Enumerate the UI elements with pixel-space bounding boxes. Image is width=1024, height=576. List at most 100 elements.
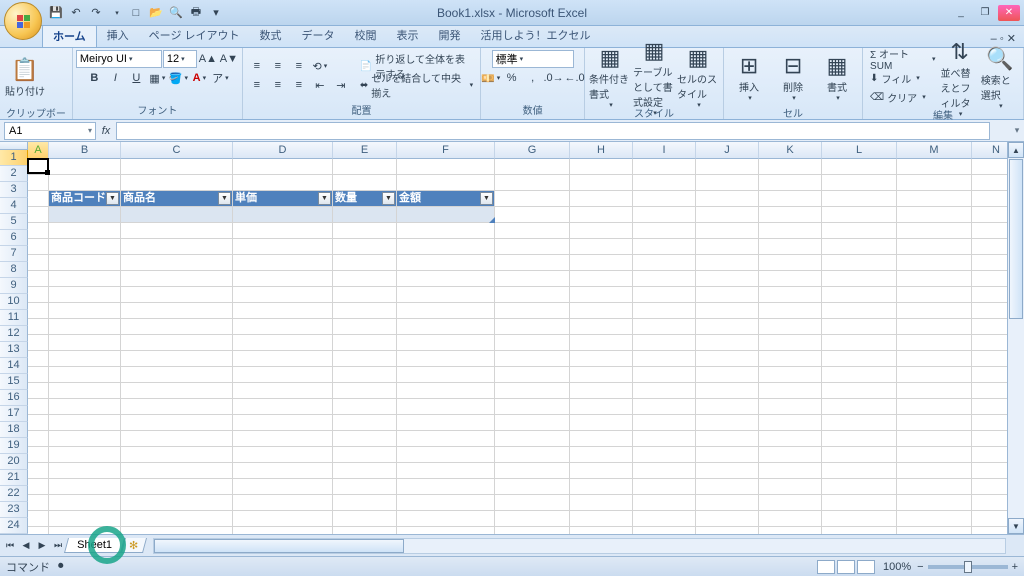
cell[interactable] [897, 255, 972, 271]
cell[interactable] [397, 271, 495, 287]
fill-color-icon[interactable]: 🪣 [168, 69, 188, 87]
col-header[interactable]: J [696, 142, 759, 159]
cell[interactable] [897, 367, 972, 383]
cell[interactable] [570, 431, 633, 447]
cell[interactable] [570, 367, 633, 383]
cell[interactable] [633, 527, 696, 534]
cell[interactable] [495, 351, 570, 367]
cell[interactable] [822, 367, 897, 383]
cell[interactable] [28, 159, 49, 175]
cell[interactable] [397, 287, 495, 303]
cell[interactable] [897, 399, 972, 415]
cell[interactable] [633, 255, 696, 271]
italic-icon[interactable]: I [105, 69, 125, 87]
cell[interactable] [897, 383, 972, 399]
cell[interactable] [49, 495, 121, 511]
cell[interactable] [233, 399, 333, 415]
underline-icon[interactable]: U [126, 69, 146, 87]
filter-dropdown-icon[interactable]: ▼ [480, 192, 493, 205]
cell[interactable] [397, 207, 495, 223]
cell[interactable] [897, 511, 972, 527]
cell[interactable] [333, 207, 397, 223]
cell[interactable] [822, 335, 897, 351]
col-header[interactable]: F [397, 142, 495, 159]
paste-button[interactable]: 📋貼り付け [4, 50, 46, 104]
row-header[interactable]: 12 [0, 326, 28, 342]
cell[interactable] [897, 175, 972, 191]
cell[interactable] [28, 447, 49, 463]
cell[interactable] [822, 303, 897, 319]
cell[interactable] [333, 463, 397, 479]
cell[interactable] [121, 207, 233, 223]
cell[interactable] [28, 367, 49, 383]
cell[interactable] [28, 207, 49, 223]
cell[interactable] [696, 271, 759, 287]
ribbon-tab-8[interactable]: 活用しよう！エクセル [471, 24, 601, 47]
align-middle-icon[interactable]: ≡ [268, 57, 288, 75]
cell[interactable] [28, 383, 49, 399]
cell[interactable] [633, 351, 696, 367]
cell[interactable] [333, 367, 397, 383]
cell[interactable] [759, 175, 822, 191]
cell[interactable] [570, 239, 633, 255]
phonetic-icon[interactable]: ア [210, 69, 230, 87]
border-icon[interactable]: ▦ [147, 69, 167, 87]
col-header[interactable]: G [495, 142, 570, 159]
cell[interactable] [495, 255, 570, 271]
row-header[interactable]: 21 [0, 470, 28, 486]
cell[interactable] [495, 383, 570, 399]
cell[interactable] [49, 415, 121, 431]
row-header[interactable]: 4 [0, 198, 28, 214]
cell[interactable] [233, 175, 333, 191]
cell[interactable] [897, 463, 972, 479]
merge-center-button[interactable]: ⬌ セルを結合して中央揃え [357, 76, 476, 94]
cell[interactable] [28, 495, 49, 511]
cell[interactable] [822, 431, 897, 447]
cell[interactable] [633, 175, 696, 191]
zoom-in-icon[interactable]: + [1012, 561, 1018, 573]
cell[interactable] [759, 495, 822, 511]
cell[interactable] [759, 191, 822, 207]
cell[interactable] [121, 399, 233, 415]
cell[interactable] [397, 479, 495, 495]
cell[interactable] [233, 367, 333, 383]
cell[interactable] [822, 511, 897, 527]
cell[interactable] [121, 495, 233, 511]
cell[interactable] [49, 383, 121, 399]
cell[interactable] [759, 431, 822, 447]
cell[interactable] [696, 383, 759, 399]
cell[interactable] [633, 303, 696, 319]
cell[interactable] [495, 335, 570, 351]
cell[interactable] [233, 527, 333, 534]
cell[interactable] [495, 207, 570, 223]
cell[interactable] [570, 463, 633, 479]
cell[interactable] [333, 223, 397, 239]
col-header[interactable]: C [121, 142, 233, 159]
cell[interactable] [822, 175, 897, 191]
cell[interactable] [49, 479, 121, 495]
cell[interactable] [233, 159, 333, 175]
cell[interactable] [121, 415, 233, 431]
font-size-combo[interactable]: 12 [163, 50, 197, 68]
row-header[interactable]: 10 [0, 294, 28, 310]
cell[interactable] [49, 431, 121, 447]
cell[interactable] [49, 287, 121, 303]
cell[interactable] [822, 479, 897, 495]
filter-dropdown-icon[interactable]: ▼ [318, 192, 331, 205]
cell[interactable] [897, 351, 972, 367]
font-name-combo[interactable]: Meiryo UI [76, 50, 162, 68]
cell[interactable] [233, 383, 333, 399]
cell[interactable] [333, 447, 397, 463]
cell[interactable] [28, 527, 49, 534]
comma-icon[interactable]: , [523, 69, 543, 87]
cell[interactable] [696, 159, 759, 175]
col-header[interactable]: M [897, 142, 972, 159]
percent-icon[interactable]: % [502, 69, 522, 87]
cell[interactable] [233, 463, 333, 479]
cell[interactable] [633, 239, 696, 255]
cell[interactable] [822, 495, 897, 511]
row-header[interactable]: 22 [0, 486, 28, 502]
cell[interactable] [397, 495, 495, 511]
cell[interactable] [233, 335, 333, 351]
cell[interactable] [121, 511, 233, 527]
